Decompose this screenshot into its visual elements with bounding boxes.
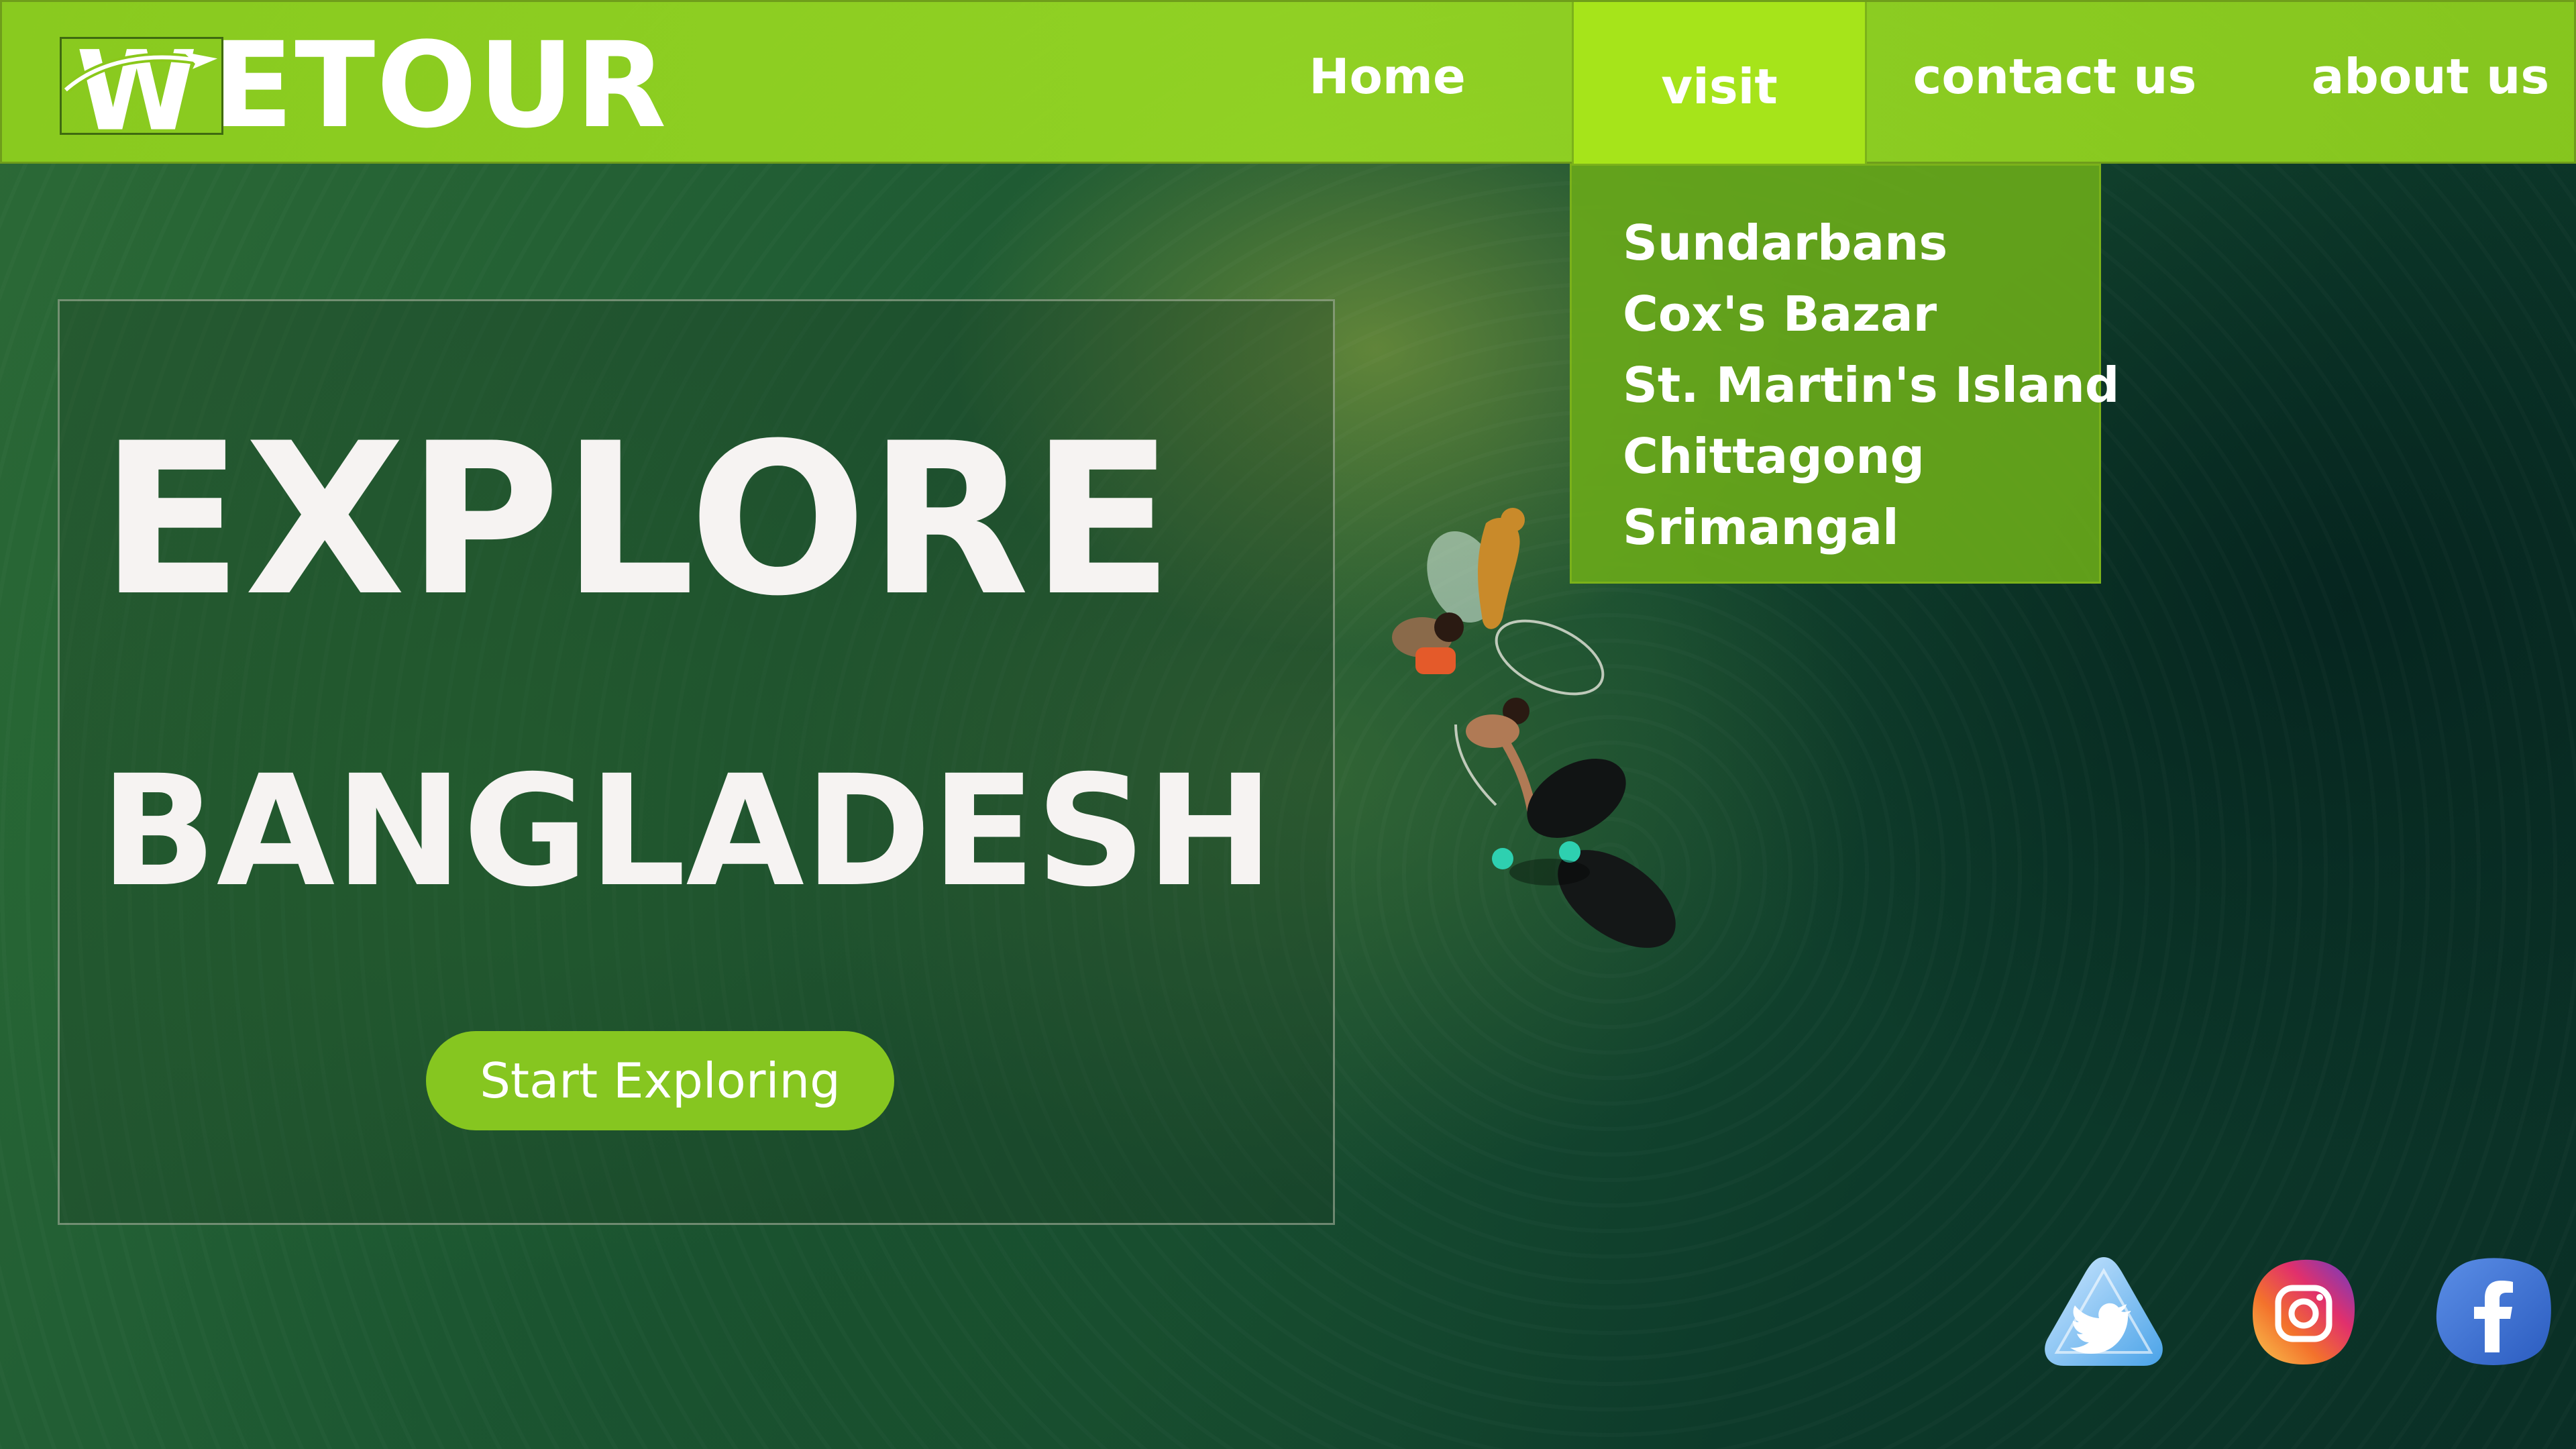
airplane-swoosh-icon: W (62, 39, 218, 134)
instagram-icon[interactable] (2237, 1252, 2371, 1373)
twitter-icon[interactable] (2037, 1252, 2171, 1373)
nav-contact-us[interactable]: contact us (1900, 2, 2209, 166)
dropdown-item-sundarbans[interactable]: Sundarbans (1623, 207, 2099, 278)
top-navigation-bar: W ETOUR Home visit contact us about us (0, 0, 2576, 166)
visit-dropdown-menu: Sundarbans Cox's Bazar St. Martin's Isla… (1570, 164, 2119, 584)
landing-page: W ETOUR Home visit contact us about us S… (0, 0, 2576, 1449)
nav-visit[interactable]: visit (1572, 2, 1867, 166)
logo-letter: W (76, 39, 197, 134)
start-exploring-button[interactable]: Start Exploring (426, 1031, 894, 1130)
facebook-icon[interactable] (2426, 1252, 2560, 1373)
hero-title-bangladesh: BANGLADESH (100, 742, 1274, 920)
hero-title-explore: EXPLORE (100, 398, 1175, 642)
wetour-logo[interactable]: W ETOUR (60, 27, 667, 145)
nav-home[interactable]: Home (1277, 2, 1498, 166)
logo-mark: W (60, 37, 223, 135)
nav-about-us[interactable]: about us (2290, 2, 2571, 166)
dropdown-item-chittagong[interactable]: Chittagong (1623, 421, 2099, 492)
logo-text: ETOUR (213, 17, 668, 154)
hero-box: EXPLORE BANGLADESH Start Exploring (58, 299, 1335, 1225)
dropdown-item-st-martins-island[interactable]: St. Martin's Island (1623, 350, 2119, 421)
dropdown-item-coxs-bazar[interactable]: Cox's Bazar (1623, 278, 2099, 350)
dropdown-item-srimangal[interactable]: Srimangal (1623, 492, 2099, 563)
